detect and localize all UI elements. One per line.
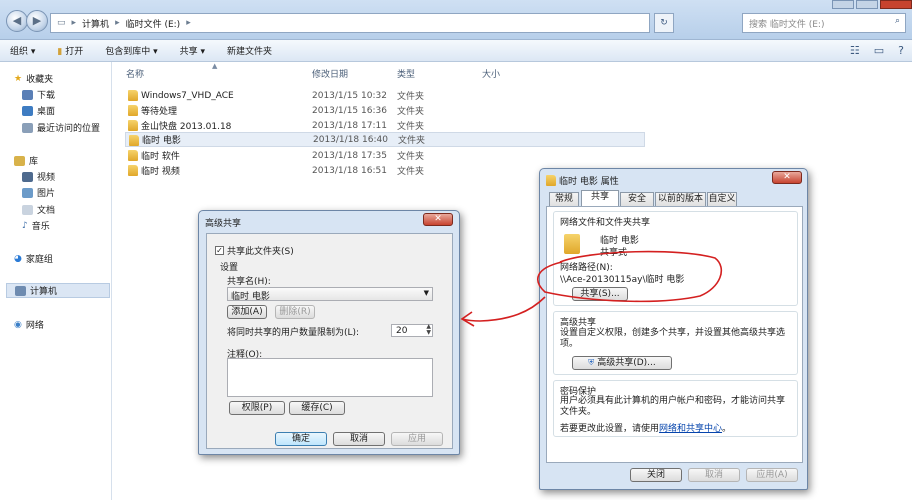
annotation-circle bbox=[537, 250, 723, 303]
annotation-overlay bbox=[460, 250, 723, 327]
annotation-arrow-line bbox=[461, 296, 546, 322]
